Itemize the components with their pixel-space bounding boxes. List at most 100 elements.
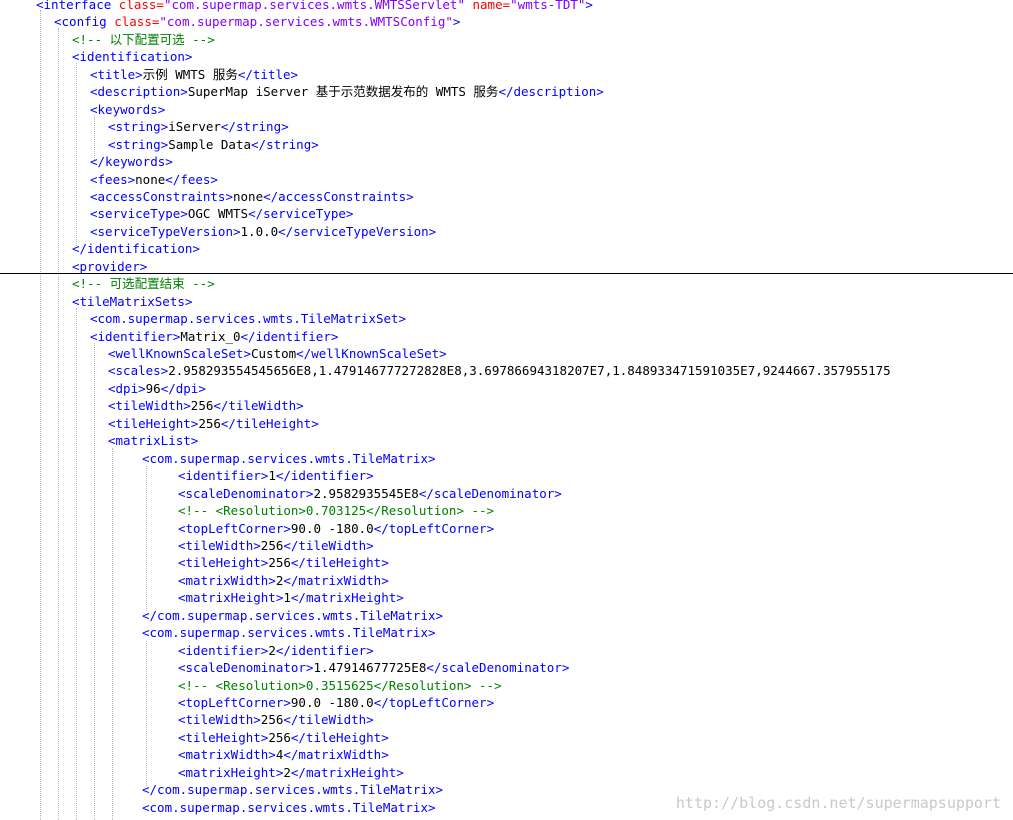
code-line[interactable]: <wellKnownScaleSet>Custom</wellKnownScal… [108,345,447,362]
code-line[interactable]: <tileHeight>256</tileHeight> [108,415,319,432]
xml-text: 1.0.0 [240,223,279,239]
code-line[interactable]: <identification> [72,48,192,65]
xml-tag: <provider> [72,258,148,274]
xml-tag: <fees> [90,171,136,187]
indent-guide [76,308,77,820]
code-line[interactable]: </com.supermap.services.wmts.TileMatrix> [142,781,443,798]
xml-tag: <scaleDenominator> [178,660,314,676]
xml-tag: </title> [237,66,299,82]
xml-tag: </topLeftCorner> [373,520,495,536]
xml-tag: <matrixList> [108,433,199,449]
xml-tag: <title> [90,66,143,82]
xml-tag: </matrixHeight> [290,590,404,606]
code-line[interactable]: <matrixHeight>1</matrixHeight> [178,589,404,606]
code-line[interactable]: <com.supermap.services.wmts.TileMatrixSe… [90,310,406,327]
code-line[interactable]: <description>SuperMap iServer 基于示范数据发布的 … [90,83,604,100]
xml-tag: <matrixHeight> [178,764,284,780]
xml-tag: <config [54,14,115,30]
xml-tag: <string> [108,119,169,135]
xml-tag: <description> [90,84,188,100]
code-line[interactable]: <matrixList> [108,432,198,449]
code-line[interactable]: <com.supermap.services.wmts.TileMatrix> [142,799,436,816]
code-line[interactable]: <!-- <Resolution>0.703125</Resolution> -… [178,502,494,519]
xml-attribute: name= [464,0,511,12]
xml-comment: <!-- <Resolution>0.3515625</Resolution> … [178,677,502,693]
code-line[interactable]: <tileWidth>256</tileWidth> [178,537,374,554]
code-line[interactable]: <tileHeight>256</tileHeight> [178,554,389,571]
code-line[interactable]: <string>Sample Data</string> [108,136,319,153]
indent-guide [146,466,147,611]
code-line[interactable]: <com.supermap.services.wmts.TileMatrix> [142,450,436,467]
code-line[interactable]: <config class="com.supermap.services.wmt… [54,13,460,30]
xml-attribute-value: "com.supermap.services.wmts.WMTSServlet" [163,0,465,12]
xml-tag: </tileWidth> [213,398,304,414]
xml-text: Sample Data [168,136,252,152]
code-line[interactable]: <scales>2.958293554545656E8,1.4791467772… [108,362,891,379]
code-line[interactable]: <com.supermap.services.wmts.TileMatrix> [142,624,436,641]
xml-tag: </scaleDenominator> [418,485,562,501]
xml-tag: <wellKnownScaleSet> [108,346,251,361]
code-line[interactable]: <tileWidth>256</tileWidth> [178,711,374,728]
xml-tag: </tileWidth> [283,537,374,553]
code-line[interactable]: <string>iServer</string> [108,118,289,135]
xml-attribute: class= [114,14,160,30]
xml-tag: <tileMatrixSets> [72,293,193,309]
xml-tag: </keywords> [90,154,173,170]
code-line[interactable]: <scaleDenominator>2.9582935545E8</scaleD… [178,485,562,502]
xml-tag: <com.supermap.services.wmts.TileMatrix> [142,799,436,815]
xml-tag: </scaleDenominator> [426,660,570,676]
xml-tag: <com.supermap.services.wmts.TileMatrix> [142,450,436,466]
code-line[interactable]: <title>示例 WMTS 服务</title> [90,66,298,83]
code-line[interactable]: <!-- <Resolution>0.3515625</Resolution> … [178,677,502,694]
code-line[interactable]: <matrixWidth>2</matrixWidth> [178,572,389,589]
xml-tag: <dpi> [108,380,146,396]
xml-tag: <identification> [72,49,193,65]
code-line[interactable]: </keywords> [90,153,173,170]
xml-tag: </wellKnownScaleSet> [296,346,447,361]
code-line[interactable]: <identifier>1</identifier> [178,467,374,484]
xml-tag: <topLeftCorner> [178,520,291,536]
xml-text: 90.0 -180.0 [290,695,374,710]
xml-tag: </string> [220,119,289,135]
fold-divider [0,273,1013,274]
code-line[interactable]: <accessConstraints>none</accessConstrain… [90,188,414,205]
code-line[interactable]: <tileMatrixSets> [72,293,192,310]
xml-tag: </identifier> [275,468,374,484]
indent-guide [40,10,41,820]
code-line[interactable]: <identifier>2</identifier> [178,642,374,659]
code-line[interactable]: </com.supermap.services.wmts.TileMatrix> [142,607,443,624]
code-line[interactable]: <dpi>96</dpi> [108,380,206,397]
xml-tag: </tileHeight> [290,555,389,571]
code-line[interactable]: <topLeftCorner>90.0 -180.0</topLeftCorne… [178,694,494,711]
xml-tag: </identification> [72,241,200,257]
xml-tag: <keywords> [90,101,166,117]
xml-tag: <tileHeight> [178,555,269,571]
xml-tag: <tileHeight> [178,729,269,745]
code-line[interactable]: <matrixHeight>2</matrixHeight> [178,764,404,781]
xml-tag: <tileWidth> [178,712,261,728]
indent-guide [94,343,95,820]
xml-comment: <!-- <Resolution>0.703125</Resolution> -… [178,503,495,519]
code-line[interactable]: <keywords> [90,101,165,118]
xml-tag: </identifier> [275,642,374,658]
code-line[interactable]: <!-- 可选配置结束 --> [72,275,215,292]
xml-tag: <interface [36,0,119,12]
code-line[interactable]: <topLeftCorner>90.0 -180.0</topLeftCorne… [178,520,494,537]
xml-text: 256 [260,712,284,728]
code-line[interactable]: <serviceType>OGC WMTS</serviceType> [90,205,353,222]
code-line[interactable]: <scaleDenominator>1.47914677725E8</scale… [178,659,569,676]
code-line[interactable]: <identifier>Matrix_0</identifier> [90,328,338,345]
indent-guide [58,28,59,820]
code-line[interactable]: <tileHeight>256</tileHeight> [178,729,389,746]
code-line[interactable]: <tileWidth>256</tileWidth> [108,397,304,414]
xml-text: 1 [283,590,291,606]
code-line[interactable]: <matrixWidth>4</matrixWidth> [178,746,389,763]
xml-tag: </string> [251,136,319,152]
code-line[interactable]: <serviceTypeVersion>1.0.0</serviceTypeVe… [90,223,436,240]
code-line[interactable]: </identification> [72,240,200,257]
code-line[interactable]: <!-- 以下配置可选 --> [72,31,215,48]
code-line[interactable]: <fees>none</fees> [90,171,218,188]
xml-editor[interactable]: <interface class="com.supermap.services.… [0,0,1013,820]
xml-tag: </tileHeight> [220,415,319,431]
code-line[interactable]: <interface class="com.supermap.services.… [36,0,593,13]
